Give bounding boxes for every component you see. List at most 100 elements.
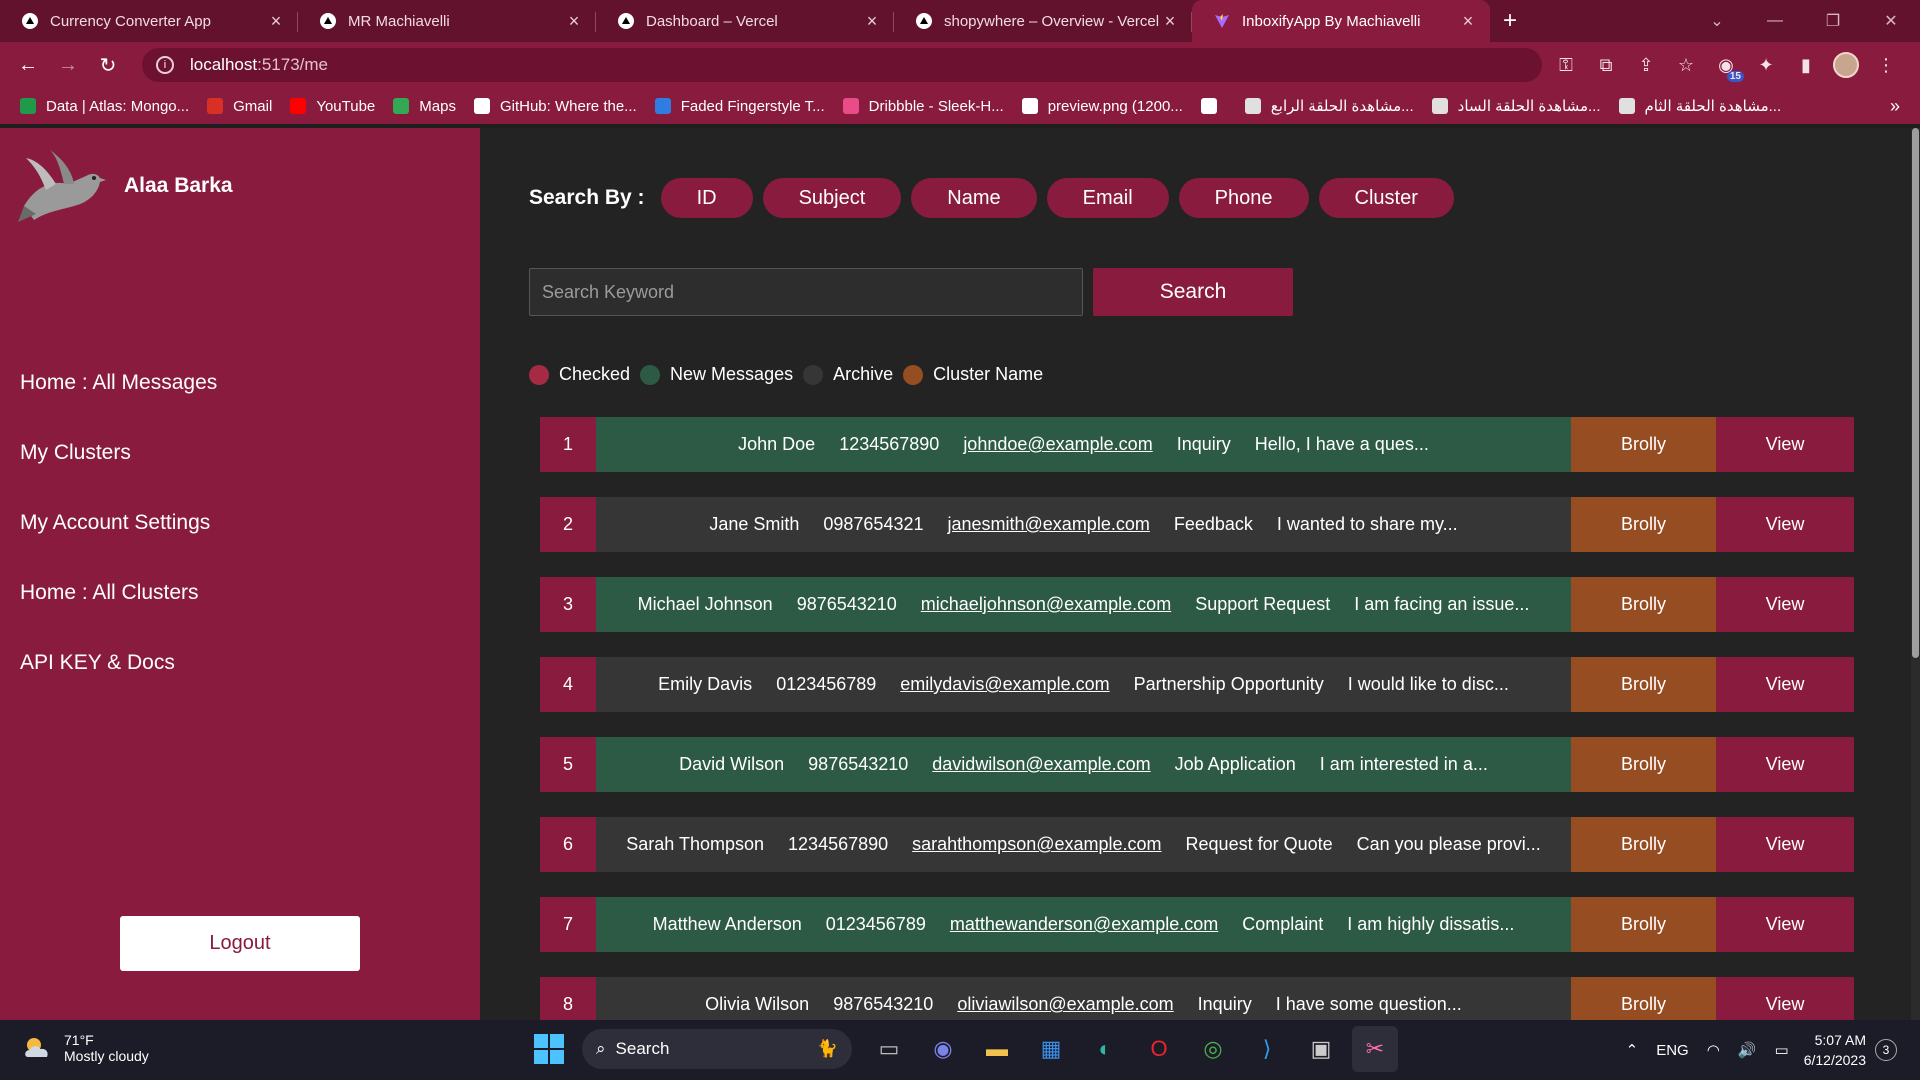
bookmark-item[interactable]: GitHub: Where the... [473, 97, 637, 115]
close-tab-icon[interactable]: × [1162, 11, 1178, 32]
bookmark-item[interactable]: مشاهدة الحلقة الساد... [1431, 97, 1601, 115]
close-tab-icon[interactable]: × [566, 11, 582, 32]
bookmark-item[interactable]: Data | Atlas: Mongo... [20, 97, 189, 115]
bookmark-item[interactable]: YouTube [290, 97, 375, 115]
side-panel-icon[interactable]: ▮ [1786, 50, 1826, 80]
taskbar-search[interactable]: ⌕ Search 🐈 [582, 1029, 852, 1069]
search-button[interactable]: Search [1093, 268, 1293, 316]
bookmark-item[interactable] [1200, 97, 1227, 115]
message-details[interactable]: Sarah Thompson 1234567890 sarahthompson@ex… [596, 817, 1571, 872]
clock[interactable]: 5:07 AM 6/12/2023 [1804, 1030, 1866, 1070]
file-explorer-icon[interactable]: ▬ [974, 1026, 1020, 1072]
bookmarks-overflow-icon[interactable]: » [1890, 96, 1900, 117]
back-icon[interactable]: ← [8, 54, 48, 77]
chevron-up-icon[interactable]: ⌃ [1626, 1041, 1639, 1059]
filter-pill-id[interactable]: ID [660, 178, 753, 218]
filter-pill-email[interactable]: Email [1046, 178, 1169, 218]
message-details[interactable]: Jane Smith 0987654321 janesmith@example.co… [596, 497, 1571, 552]
cluster-badge[interactable]: Brolly [1571, 657, 1716, 712]
filter-pill-subject[interactable]: Subject [762, 178, 902, 218]
table-row[interactable]: 2 Jane Smith 0987654321 janesmith@example.c… [540, 497, 1854, 552]
message-details[interactable]: David Wilson 9876543210 davidwilson@exampl… [596, 737, 1571, 792]
table-row[interactable]: 1 John Doe 1234567890 johndoe@example.com In… [540, 417, 1854, 472]
bookmark-item[interactable]: Gmail [207, 97, 272, 115]
table-row[interactable]: 3 Michael Johnson 9876543210 michaeljohnson… [540, 577, 1854, 632]
cluster-badge[interactable]: Brolly [1571, 737, 1716, 792]
browser-tab[interactable]: InboxifyApp By Machiavelli × [1192, 0, 1490, 42]
filter-pill-cluster[interactable]: Cluster [1318, 178, 1454, 218]
table-row[interactable]: 5 David Wilson 9876543210 davidwilson@examp… [540, 737, 1854, 792]
view-button[interactable]: View [1716, 417, 1854, 472]
close-tab-icon[interactable]: × [268, 11, 284, 32]
bookmark-item[interactable]: Faded Fingerstyle T... [654, 97, 825, 115]
cluster-badge[interactable]: Brolly [1571, 497, 1716, 552]
message-email-link[interactable]: janesmith@example.com [944, 514, 1152, 535]
vscode-icon[interactable]: ⟩ [1244, 1026, 1290, 1072]
store-icon[interactable]: ▦ [1028, 1026, 1074, 1072]
url-input[interactable]: i localhost:5173/me [142, 48, 1542, 82]
message-details[interactable]: Michael Johnson 9876543210 michaeljohnson@… [596, 577, 1571, 632]
message-email-link[interactable]: oliviawilson@example.com [954, 994, 1176, 1015]
scrollbar-thumb[interactable] [1912, 128, 1919, 658]
snipping-tool-icon[interactable]: ✂ [1352, 1026, 1398, 1072]
cluster-badge[interactable]: Brolly [1571, 897, 1716, 952]
filter-pill-phone[interactable]: Phone [1178, 178, 1309, 218]
message-email-link[interactable]: michaeljohnson@example.com [918, 594, 1174, 615]
task-view-icon[interactable]: ▭ [866, 1026, 912, 1072]
logout-button[interactable]: Logout [120, 916, 360, 971]
browser-tab[interactable]: Currency Converter App × [0, 0, 298, 42]
cluster-badge[interactable]: Brolly [1571, 577, 1716, 632]
message-details[interactable]: Emily Davis 0123456789 emilydavis@example.… [596, 657, 1571, 712]
restore-button[interactable]: ❐ [1804, 0, 1862, 42]
menu-kebab-icon[interactable]: ⋮ [1866, 50, 1906, 80]
password-key-icon[interactable]: ⚿ [1546, 50, 1586, 80]
table-row[interactable]: 4 Emily Davis 0123456789 emilydavis@example… [540, 657, 1854, 712]
close-window-button[interactable]: ✕ [1862, 0, 1920, 42]
extensions-puzzle-icon[interactable]: ✦ [1746, 50, 1786, 80]
filter-pill-name[interactable]: Name [911, 178, 1037, 218]
view-button[interactable]: View [1716, 657, 1854, 712]
sidebar-nav-link[interactable]: My Account Settings [20, 508, 217, 578]
chrome-icon[interactable]: ◎ [1190, 1026, 1236, 1072]
view-button[interactable]: View [1716, 737, 1854, 792]
message-email-link[interactable]: johndoe@example.com [960, 434, 1155, 455]
forward-icon[interactable]: → [48, 54, 88, 77]
close-tab-icon[interactable]: × [864, 11, 880, 32]
wifi-icon[interactable]: ◠ [1707, 1041, 1720, 1059]
reload-icon[interactable]: ↻ [88, 53, 128, 78]
weather-widget[interactable]: 71°F Mostly cloudy [22, 1032, 149, 1064]
bookmark-item[interactable]: مشاهدة الحلقة الرابع... [1244, 97, 1414, 115]
view-button[interactable]: View [1716, 817, 1854, 872]
bookmark-star-icon[interactable]: ☆ [1666, 50, 1706, 80]
scrollbar[interactable] [1911, 128, 1920, 1020]
message-details[interactable]: Matthew Anderson 0123456789 matthewanderso… [596, 897, 1571, 952]
view-button[interactable]: View [1716, 897, 1854, 952]
battery-icon[interactable]: ▭ [1775, 1041, 1789, 1059]
new-tab-button[interactable]: + [1490, 0, 1530, 42]
cluster-badge[interactable]: Brolly [1571, 417, 1716, 472]
chat-icon[interactable]: ◉ [920, 1026, 966, 1072]
sidebar-nav-link[interactable]: Home : All Messages [20, 368, 217, 438]
translate-icon[interactable]: ⧉ [1586, 50, 1626, 80]
bookmark-item[interactable]: Maps [393, 97, 456, 115]
sidebar-nav-link[interactable]: Home : All Clusters [20, 578, 217, 648]
cluster-badge[interactable]: Brolly [1571, 817, 1716, 872]
message-email-link[interactable]: matthewanderson@example.com [947, 914, 1221, 935]
share-icon[interactable]: ⇪ [1626, 50, 1666, 80]
tab-search-icon[interactable]: ⌄ [1688, 0, 1746, 42]
site-info-icon[interactable]: i [156, 56, 174, 74]
message-details[interactable]: John Doe 1234567890 johndoe@example.com Inq… [596, 417, 1571, 472]
message-email-link[interactable]: sarahthompson@example.com [909, 834, 1164, 855]
table-row[interactable]: 6 Sarah Thompson 1234567890 sarahthompson@e… [540, 817, 1854, 872]
edge-icon[interactable]: ◐ [1082, 1026, 1128, 1072]
message-email-link[interactable]: emilydavis@example.com [897, 674, 1112, 695]
browser-tab[interactable]: Dashboard – Vercel × [596, 0, 894, 42]
browser-tab[interactable]: MR Machiavelli × [298, 0, 596, 42]
bookmark-item[interactable]: مشاهدة الحلقة الثام... [1618, 97, 1781, 115]
volume-icon[interactable]: 🔊 [1738, 1041, 1757, 1059]
browser-tab[interactable]: shopywhere – Overview - Vercel × [894, 0, 1192, 42]
search-input[interactable] [529, 268, 1083, 316]
minimize-button[interactable]: — [1746, 0, 1804, 42]
extension-badge-icon[interactable]: ◉ 15 [1706, 50, 1746, 82]
close-tab-icon[interactable]: × [1460, 11, 1476, 32]
